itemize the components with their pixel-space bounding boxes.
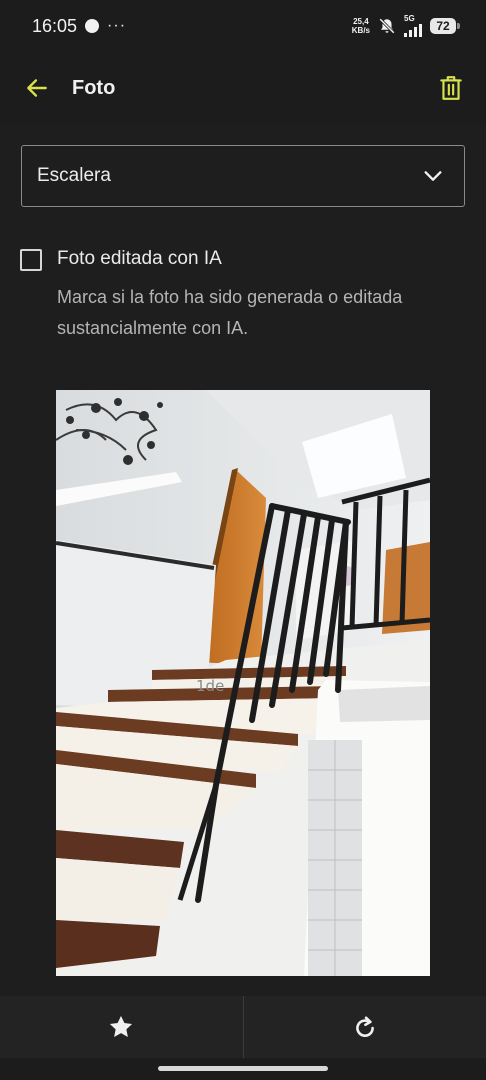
photo-sign-text: 1de [196,677,224,695]
home-indicator[interactable] [158,1066,328,1071]
battery-indicator: 72 [430,18,460,34]
photo-form: Escalera Foto editada con IA Marca si la… [0,124,486,996]
delete-button[interactable] [436,72,466,104]
arrow-left-icon [27,79,47,97]
status-bar: 16:05 ··· 25,4 KB/s 5G 72 [0,0,486,52]
trash-icon [440,76,462,100]
network-type: 5G [404,14,415,23]
back-button[interactable] [22,73,52,103]
category-select[interactable]: Escalera [21,145,465,207]
ai-edited-help-text: Marca si la foto ha sido generada o edit… [57,287,403,338]
network-speed-unit: KB/s [351,26,370,35]
status-right: 25,4 KB/s 5G 72 [352,15,460,37]
page-title: Foto [72,76,116,99]
bell-muted-icon [379,18,395,34]
signal-bars-icon [404,23,422,37]
status-left: 16:05 ··· [32,16,126,37]
rotate-button[interactable] [244,996,486,1058]
bottom-action-bar [0,996,486,1058]
favorite-button[interactable] [0,996,243,1058]
battery-level: 72 [436,19,450,33]
staircase-photo[interactable]: 1de [56,390,430,976]
ai-edited-checkbox[interactable] [20,249,42,271]
ai-edited-label[interactable]: Foto editada con IA [57,248,222,270]
cell-signal: 5G [404,15,422,37]
network-speed: 25,4 KB/s [352,17,370,35]
chevron-down-icon [424,171,442,181]
category-selected-value: Escalera [37,165,111,186]
app-bar: Foto [0,52,486,124]
status-time: 16:05 [32,15,78,36]
star-icon [110,1015,133,1038]
staircase-photo-image: 1de [56,390,430,976]
status-more-indicator: ··· [107,17,127,34]
network-speed-value: 25,4 [353,17,369,26]
rotate-icon [355,1016,374,1037]
notification-dot-icon [85,19,100,33]
